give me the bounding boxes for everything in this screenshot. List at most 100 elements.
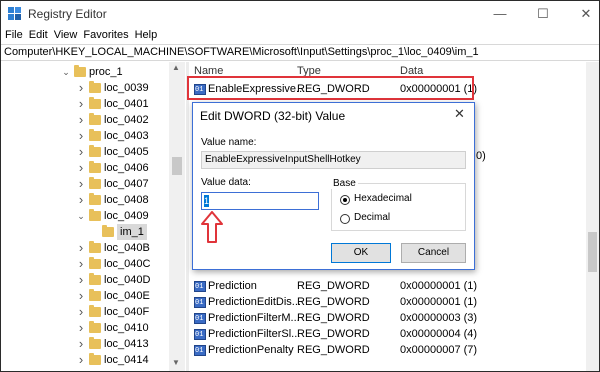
tree-item[interactable]: › loc_0413 (1, 336, 171, 352)
menu-favorites[interactable]: Favorites (80, 28, 131, 42)
folder-icon (89, 321, 101, 333)
tree-item-label: loc_0402 (104, 114, 149, 126)
dword-value-icon (194, 311, 206, 327)
hexadecimal-label[interactable]: Hexadecimal (354, 193, 412, 204)
menu-view[interactable]: View (51, 28, 81, 42)
registry-app-icon (8, 7, 21, 20)
tree-item[interactable]: › loc_0039 (1, 80, 171, 96)
chevron-right-icon[interactable]: › (76, 176, 86, 192)
value-data: 0x00000001 (1) (400, 280, 478, 292)
values-scroll-thumb[interactable] (588, 232, 597, 272)
value-row[interactable]: Prediction REG_DWORD 0x00000001 (1) (190, 278, 599, 295)
chevron-right-icon[interactable]: › (76, 352, 86, 368)
folder-icon (89, 145, 101, 157)
value-data-input[interactable]: 1 (201, 192, 319, 210)
tree-item[interactable]: › loc_0410 (1, 320, 171, 336)
pane-splitter[interactable] (186, 62, 189, 371)
tree-item-label: im_1 (117, 224, 147, 240)
tree-item[interactable]: › loc_0408 (1, 192, 171, 208)
tree-item[interactable]: › loc_040E (1, 288, 171, 304)
folder-icon (89, 241, 101, 253)
value-row[interactable]: PredictionFilterSl...REG_DWORD 0x00000004… (190, 326, 599, 343)
tree-item[interactable]: › loc_040B (1, 240, 171, 256)
chevron-right-icon[interactable]: › (76, 80, 86, 96)
value-type: REG_DWORD (297, 328, 370, 340)
chevron-right-icon[interactable]: › (76, 112, 86, 128)
value-row[interactable]: PredictionPenaltyREG_DWORD 0x00000007 (7) (190, 342, 599, 359)
value-type: REG_DWORD (297, 280, 370, 292)
tree-item[interactable]: › loc_0405 (1, 144, 171, 160)
chevron-right-icon[interactable]: › (76, 160, 86, 176)
tree-item-label: loc_0413 (104, 338, 149, 350)
chevron-right-icon[interactable]: › (76, 192, 86, 208)
window-title: Registry Editor (28, 7, 107, 21)
value-name: PredictionPenalty (208, 344, 294, 356)
chevron-right-icon[interactable]: › (76, 288, 86, 304)
folder-icon (89, 337, 101, 349)
decimal-label[interactable]: Decimal (354, 212, 390, 223)
tree-item[interactable]: › loc_0403 (1, 128, 171, 144)
minimize-button[interactable]: — (490, 5, 510, 23)
dialog-close-icon[interactable]: ✕ (454, 106, 465, 122)
tree-item[interactable]: › loc_0401 (1, 96, 171, 112)
chevron-right-icon[interactable]: › (76, 256, 86, 272)
maximize-button[interactable]: ☐ (533, 5, 553, 23)
value-data: 0x00000007 (7) (400, 344, 478, 356)
tree-item[interactable]: › loc_040F (1, 304, 171, 320)
tree-item[interactable]: › loc_0406 (1, 160, 171, 176)
tree-item[interactable]: ⌄ loc_0409 (1, 208, 171, 224)
value-name: PredictionFilterM... (208, 312, 300, 324)
tree-item[interactable]: im_1 (1, 224, 171, 240)
tree-item[interactable]: ⌄ proc_1 (1, 64, 171, 80)
value-row[interactable]: PredictionEditDis...REG_DWORD 0x00000001 … (190, 294, 599, 311)
tree-item[interactable]: › loc_040C (1, 256, 171, 272)
tree-item[interactable]: › loc_0402 (1, 112, 171, 128)
dialog-title: Edit DWORD (32-bit) Value (200, 109, 346, 123)
address-bar[interactable]: Computer\HKEY_LOCAL_MACHINE\SOFTWARE\Mic… (1, 44, 599, 61)
folder-icon (89, 305, 101, 317)
chevron-right-icon[interactable]: › (76, 240, 86, 256)
value-data: 0x00000003 (3) (400, 312, 478, 324)
value-data: 0x00000001 (1) (400, 296, 478, 308)
tree-item-label: loc_040F (104, 306, 150, 318)
ok-button[interactable]: OK (331, 243, 391, 263)
tree-item-label: loc_0407 (104, 178, 149, 190)
tree-item[interactable]: › loc_0414 (1, 352, 171, 368)
chevron-right-icon[interactable]: › (76, 272, 86, 288)
menu-file[interactable]: File (1, 28, 26, 42)
chevron-right-icon[interactable]: › (76, 144, 86, 160)
scroll-up-icon[interactable]: ▲ (172, 63, 180, 72)
chevron-right-icon[interactable]: › (76, 304, 86, 320)
radio-hexadecimal[interactable] (340, 195, 350, 205)
value-row[interactable]: PredictionFilterM...REG_DWORD 0x00000003 … (190, 310, 599, 327)
edit-dword-dialog: Edit DWORD (32-bit) Value ✕ Value name: … (192, 102, 475, 270)
menu-edit[interactable]: Edit (26, 28, 51, 42)
base-groupbox (331, 183, 466, 231)
tree-item-label: loc_040D (104, 274, 151, 286)
chevron-down-icon[interactable]: ⌄ (61, 64, 71, 80)
tree-item-label: loc_040C (104, 258, 151, 270)
value-data-text: 1 (204, 195, 210, 207)
registry-tree: ⌄ proc_1 › loc_0039 › loc_0401 › loc_0402 › loc_0… (1, 62, 185, 371)
values-scrollbar[interactable] (586, 62, 599, 371)
tree-scrollbar[interactable]: ▲ ▼ (169, 62, 185, 371)
value-type: REG_DWORD (297, 344, 370, 356)
cancel-button[interactable]: Cancel (401, 243, 466, 263)
close-button[interactable]: ✕ (576, 5, 596, 23)
chevron-down-icon[interactable]: ⌄ (76, 208, 86, 224)
folder-icon (89, 161, 101, 173)
folder-icon (89, 353, 101, 365)
chevron-right-icon[interactable]: › (76, 96, 86, 112)
tree-item[interactable]: › loc_040D (1, 272, 171, 288)
tree-item-label: loc_0414 (104, 354, 149, 366)
chevron-right-icon[interactable]: › (76, 336, 86, 352)
folder-icon (89, 113, 101, 125)
base-label: Base (331, 178, 358, 189)
chevron-right-icon[interactable]: › (76, 128, 86, 144)
scroll-down-icon[interactable]: ▼ (172, 358, 180, 367)
chevron-right-icon[interactable]: › (76, 320, 86, 336)
menu-help[interactable]: Help (132, 28, 161, 42)
tree-scroll-thumb[interactable] (172, 157, 182, 175)
tree-item[interactable]: › loc_0407 (1, 176, 171, 192)
radio-decimal[interactable] (340, 214, 350, 224)
